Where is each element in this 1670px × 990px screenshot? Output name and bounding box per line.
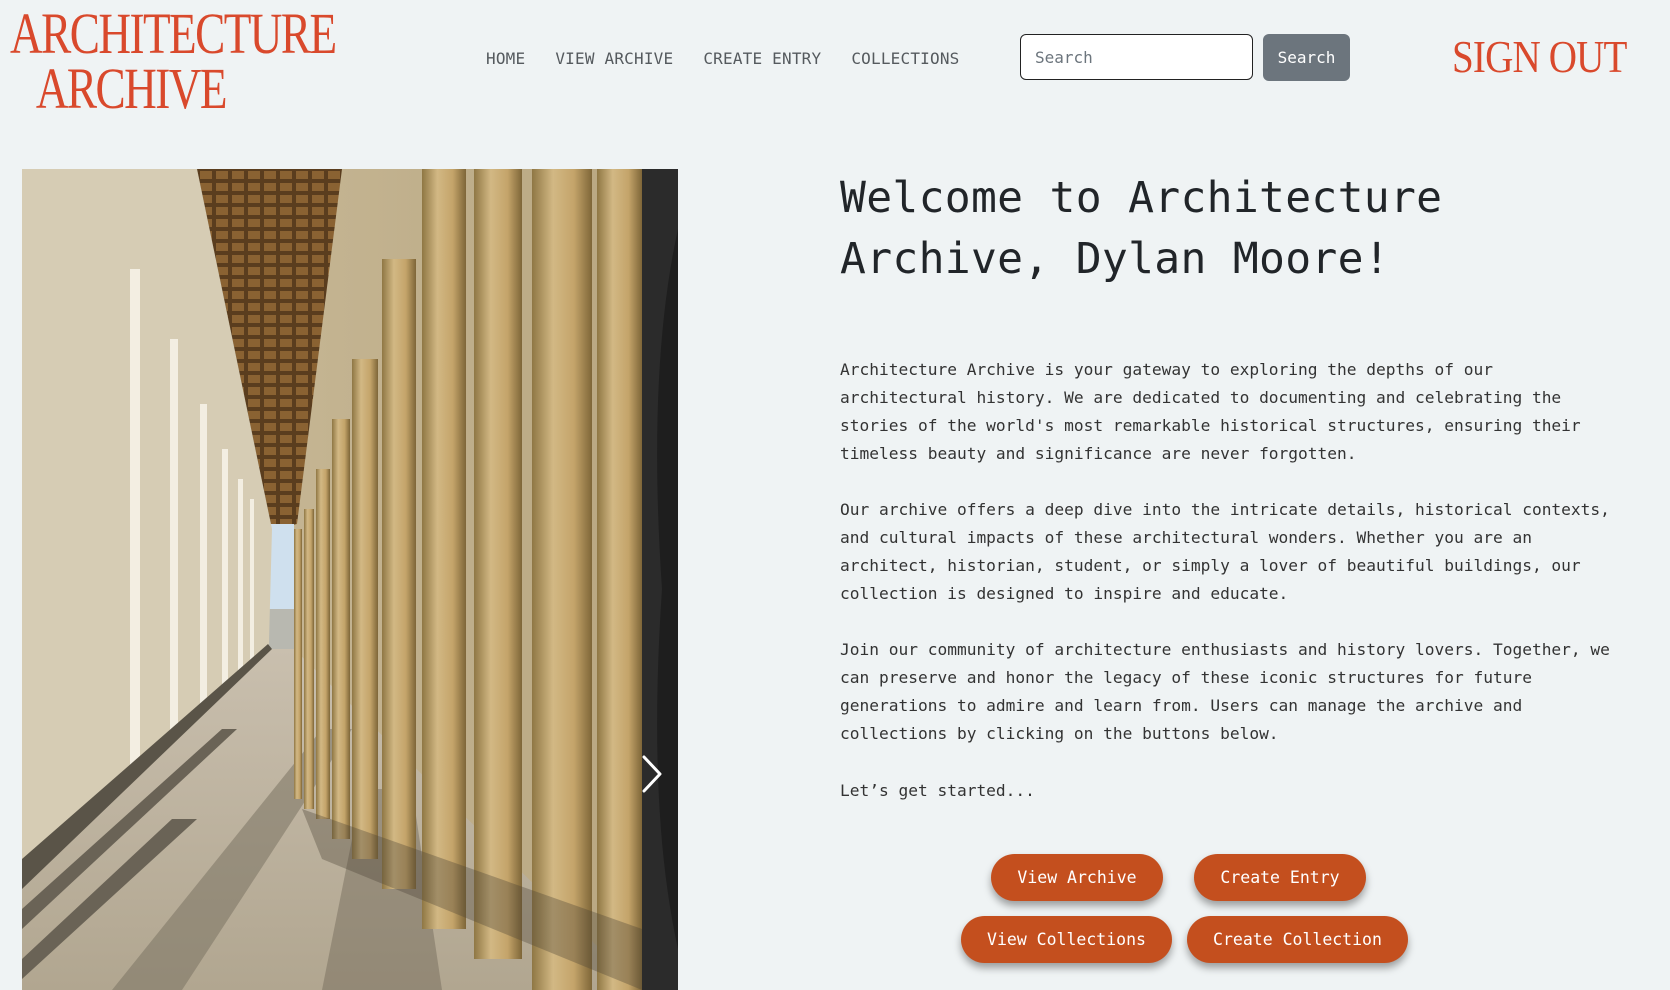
search-input[interactable] bbox=[1020, 34, 1253, 80]
logo-line-1: ARCHITECTURE bbox=[10, 1, 337, 66]
nav-home[interactable]: HOME bbox=[486, 49, 525, 68]
search-button[interactable]: Search bbox=[1263, 34, 1350, 81]
logo-line-2: ARCHIVE bbox=[35, 56, 228, 121]
intro-paragraph-2: Our archive offers a deep dive into the … bbox=[840, 500, 1610, 603]
intro-paragraph-1: Architecture Archive is your gateway to … bbox=[840, 360, 1581, 463]
view-collections-button[interactable]: View Collections bbox=[961, 916, 1172, 963]
hero-carousel bbox=[22, 169, 678, 990]
create-entry-button[interactable]: Create Entry bbox=[1194, 854, 1366, 901]
colonnade-image bbox=[22, 169, 678, 990]
nav-view-archive[interactable]: VIEW ARCHIVE bbox=[555, 49, 673, 68]
intro-paragraph-3: Join our community of architecture enthu… bbox=[840, 640, 1610, 743]
view-archive-button[interactable]: View Archive bbox=[991, 854, 1163, 901]
create-collection-button[interactable]: Create Collection bbox=[1187, 916, 1408, 963]
main-nav: HOME VIEW ARCHIVE CREATE ENTRY COLLECTIO… bbox=[486, 49, 960, 68]
sign-out-link[interactable]: SIGN OUT bbox=[1452, 30, 1627, 83]
intro-text: Architecture Archive is your gateway to … bbox=[840, 356, 1620, 833]
chevron-right-icon bbox=[642, 755, 662, 793]
nav-collections[interactable]: COLLECTIONS bbox=[851, 49, 959, 68]
carousel-next-button[interactable] bbox=[632, 749, 672, 799]
intro-paragraph-4: Let’s get started... bbox=[840, 781, 1035, 800]
site-logo[interactable]: ARCHITECTURE ARCHIVE bbox=[10, 1, 337, 121]
welcome-heading: Welcome to Architecture Archive, Dylan M… bbox=[840, 173, 1443, 284]
nav-create-entry[interactable]: CREATE ENTRY bbox=[703, 49, 821, 68]
